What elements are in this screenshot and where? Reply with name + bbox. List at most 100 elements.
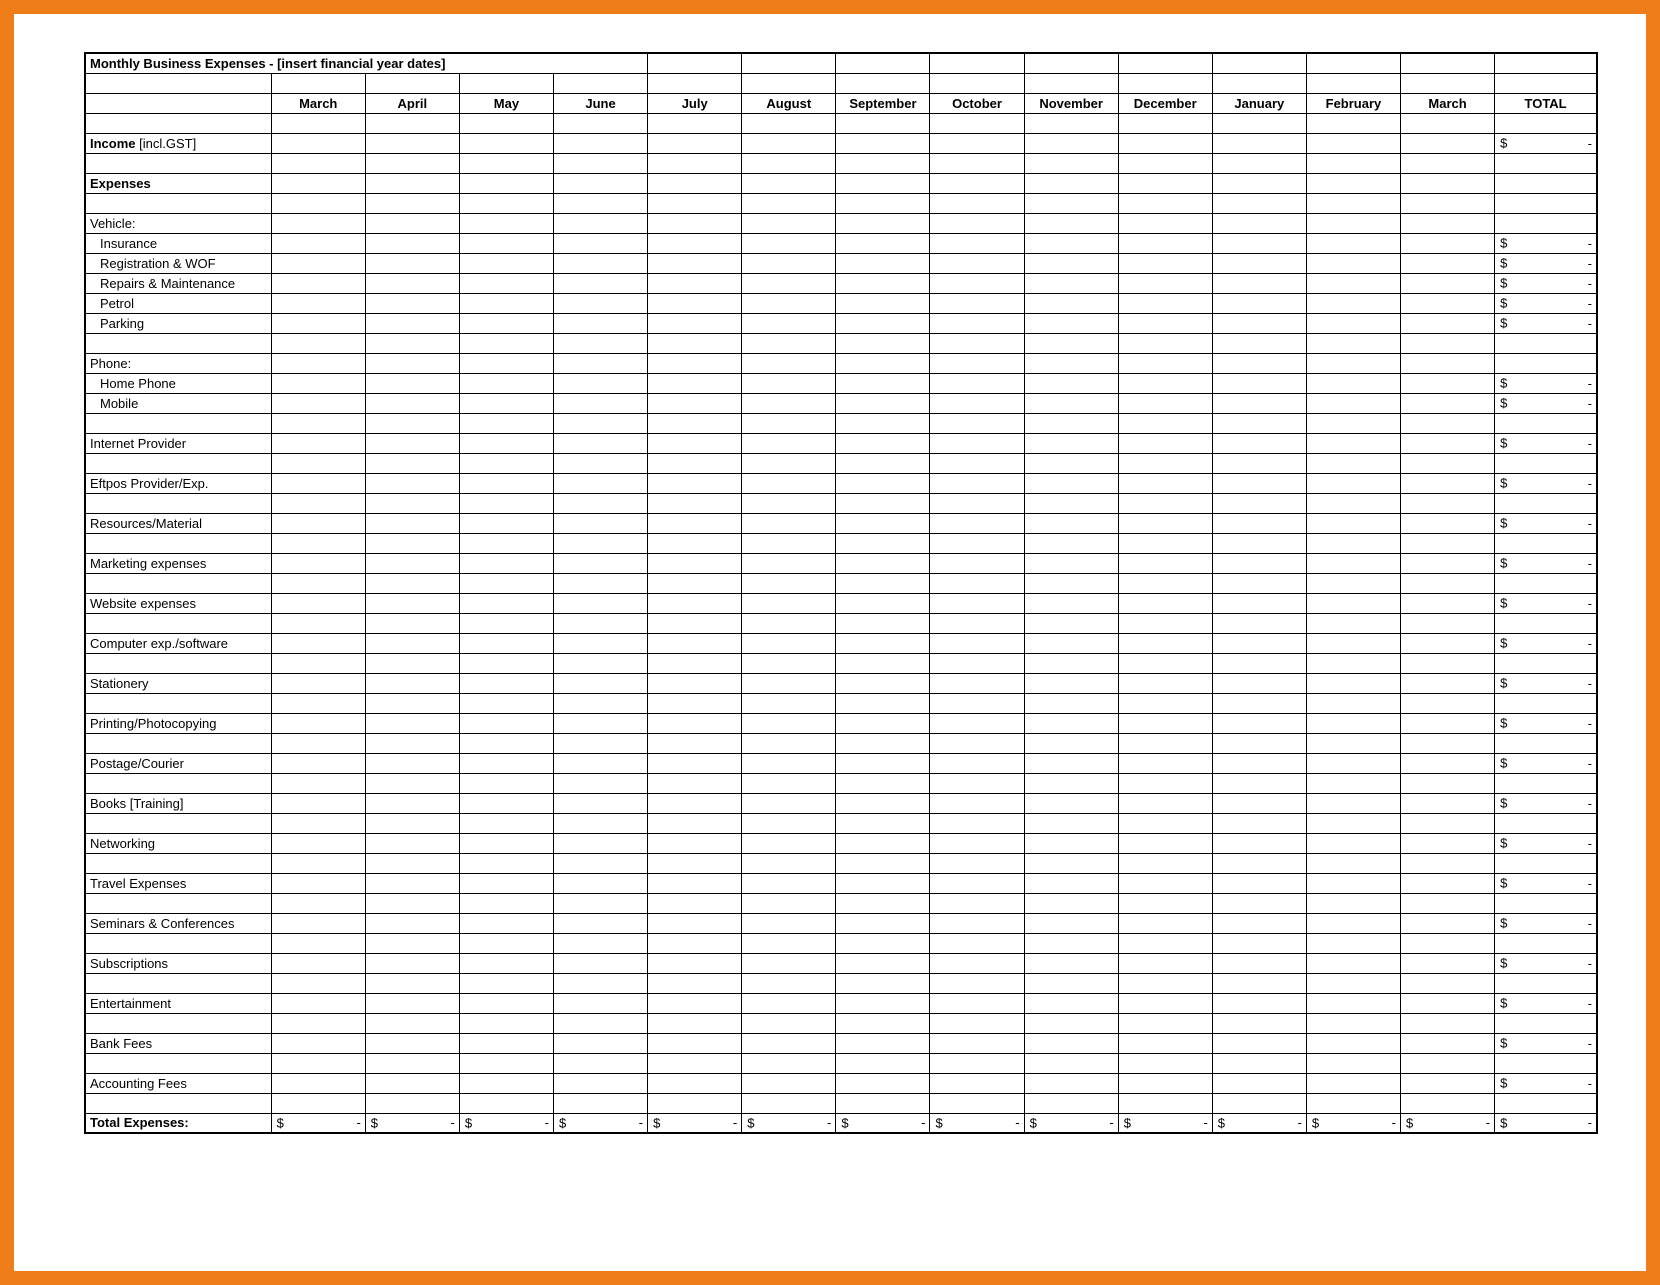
data-cell[interactable]	[1212, 1093, 1306, 1113]
data-cell[interactable]	[1306, 333, 1400, 353]
data-cell[interactable]	[271, 293, 365, 313]
data-cell[interactable]	[1401, 233, 1495, 253]
data-cell[interactable]	[1118, 993, 1212, 1013]
data-cell[interactable]	[836, 633, 930, 653]
data-cell[interactable]	[1401, 113, 1495, 133]
data-cell[interactable]	[742, 1053, 836, 1073]
data-cell[interactable]	[271, 833, 365, 853]
data-cell[interactable]	[742, 973, 836, 993]
data-cell[interactable]	[1306, 653, 1400, 673]
data-cell[interactable]	[648, 753, 742, 773]
data-cell[interactable]	[648, 1093, 742, 1113]
data-cell[interactable]	[365, 213, 459, 233]
data-cell[interactable]	[365, 433, 459, 453]
data-cell[interactable]	[1024, 173, 1118, 193]
data-cell[interactable]	[1212, 913, 1306, 933]
data-cell[interactable]	[1401, 773, 1495, 793]
data-cell[interactable]	[271, 553, 365, 573]
data-cell[interactable]	[271, 633, 365, 653]
data-cell[interactable]	[271, 213, 365, 233]
data-cell[interactable]	[459, 653, 553, 673]
data-cell[interactable]	[1401, 333, 1495, 353]
data-cell[interactable]	[1212, 493, 1306, 513]
data-cell[interactable]	[1024, 493, 1118, 513]
data-cell[interactable]	[930, 633, 1024, 653]
data-cell[interactable]	[1306, 953, 1400, 973]
data-cell[interactable]	[554, 273, 648, 293]
data-cell[interactable]	[271, 413, 365, 433]
data-cell[interactable]	[1306, 453, 1400, 473]
data-cell[interactable]	[1212, 393, 1306, 413]
data-cell[interactable]	[836, 373, 930, 393]
data-cell[interactable]	[930, 913, 1024, 933]
data-cell[interactable]	[1118, 513, 1212, 533]
data-cell[interactable]	[1212, 353, 1306, 373]
data-cell[interactable]	[1212, 753, 1306, 773]
data-cell[interactable]	[1118, 113, 1212, 133]
data-cell[interactable]	[365, 453, 459, 473]
data-cell[interactable]	[365, 373, 459, 393]
data-cell[interactable]	[365, 613, 459, 633]
data-cell[interactable]	[742, 793, 836, 813]
data-cell[interactable]	[1024, 413, 1118, 433]
data-cell[interactable]	[648, 1033, 742, 1053]
data-cell[interactable]	[1401, 1053, 1495, 1073]
data-cell[interactable]	[1212, 633, 1306, 653]
data-cell[interactable]	[836, 773, 930, 793]
data-cell[interactable]	[365, 273, 459, 293]
data-cell[interactable]	[1212, 333, 1306, 353]
data-cell[interactable]	[1024, 453, 1118, 473]
data-cell[interactable]	[1118, 333, 1212, 353]
data-cell[interactable]	[1024, 113, 1118, 133]
data-cell[interactable]	[1118, 153, 1212, 173]
data-cell[interactable]	[459, 593, 553, 613]
data-cell[interactable]	[648, 1053, 742, 1073]
data-cell[interactable]	[1306, 1073, 1400, 1093]
data-cell[interactable]	[271, 433, 365, 453]
data-cell[interactable]	[459, 833, 553, 853]
data-cell[interactable]	[1401, 933, 1495, 953]
data-cell[interactable]	[836, 573, 930, 593]
data-cell[interactable]	[1024, 773, 1118, 793]
data-cell[interactable]	[1401, 753, 1495, 773]
data-cell[interactable]	[1212, 993, 1306, 1013]
data-cell[interactable]	[1118, 313, 1212, 333]
data-cell[interactable]	[459, 913, 553, 933]
data-cell[interactable]	[742, 293, 836, 313]
data-cell[interactable]	[836, 553, 930, 573]
data-cell[interactable]	[836, 413, 930, 433]
data-cell[interactable]	[554, 1073, 648, 1093]
data-cell[interactable]	[554, 993, 648, 1013]
data-cell[interactable]	[271, 853, 365, 873]
data-cell[interactable]	[930, 533, 1024, 553]
data-cell[interactable]	[271, 533, 365, 553]
data-cell[interactable]	[742, 333, 836, 353]
data-cell[interactable]	[1212, 973, 1306, 993]
data-cell[interactable]	[930, 773, 1024, 793]
data-cell[interactable]	[742, 393, 836, 413]
data-cell[interactable]	[1401, 493, 1495, 513]
data-cell[interactable]	[1212, 373, 1306, 393]
data-cell[interactable]	[271, 513, 365, 533]
data-cell[interactable]	[742, 993, 836, 1013]
data-cell[interactable]	[648, 833, 742, 853]
data-cell[interactable]	[271, 953, 365, 973]
data-cell[interactable]	[1118, 133, 1212, 153]
data-cell[interactable]	[1118, 793, 1212, 813]
data-cell[interactable]	[648, 793, 742, 813]
data-cell[interactable]	[1212, 153, 1306, 173]
data-cell[interactable]	[554, 413, 648, 433]
data-cell[interactable]	[1306, 613, 1400, 633]
data-cell[interactable]	[1401, 813, 1495, 833]
data-cell[interactable]	[554, 473, 648, 493]
data-cell[interactable]	[554, 813, 648, 833]
data-cell[interactable]	[836, 313, 930, 333]
data-cell[interactable]	[742, 753, 836, 773]
data-cell[interactable]	[1024, 633, 1118, 653]
data-cell[interactable]	[459, 633, 553, 653]
data-cell[interactable]	[1118, 933, 1212, 953]
data-cell[interactable]	[554, 973, 648, 993]
data-cell[interactable]	[459, 153, 553, 173]
data-cell[interactable]	[648, 773, 742, 793]
data-cell[interactable]	[365, 1073, 459, 1093]
